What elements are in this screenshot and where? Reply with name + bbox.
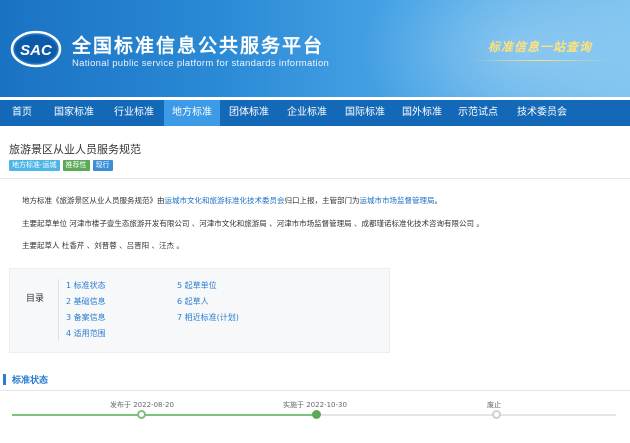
toc-item-basic-info[interactable]: 2 基础信息: [66, 296, 106, 307]
timeline-dot-abolished: [492, 410, 501, 419]
toc-item-drafting-units[interactable]: 5 起草单位: [177, 280, 217, 291]
standard-title: 旅游景区从业人员服务规范: [9, 143, 141, 156]
badge-status: 现行: [92, 160, 113, 171]
header-banner: SAC 全国标准信息公共服务平台 National public service…: [0, 0, 630, 97]
timeline-dot-published: [137, 410, 146, 419]
badge-category: 地方标准-运城: [9, 160, 60, 171]
department-link[interactable]: 运城市市场监督管理局: [360, 196, 435, 205]
timeline-label-implemented: 实施于 2022-10-30: [283, 401, 347, 409]
toc-item-filing-info[interactable]: 3 备案信息: [66, 312, 106, 323]
status-section-title: 标准状态: [12, 376, 49, 386]
status-divider: [0, 390, 630, 391]
toc-separator: [58, 279, 59, 341]
nav-item-industry[interactable]: 行业标准: [104, 100, 164, 126]
timeline-dot-implemented: [312, 410, 321, 419]
toc-item-status[interactable]: 1 标准状态: [66, 280, 106, 291]
timeline-label-published: 发布于 2022-08-20: [110, 401, 174, 409]
nav-item-group[interactable]: 团体标准: [220, 100, 278, 126]
description-drafting-units: 主要起草单位 河津市楼子壹生态旅游开发有限公司 、河津市文化和旅游局 、河津市市…: [22, 219, 484, 228]
slogan-underline: [470, 60, 610, 61]
toc-item-scope[interactable]: 4 适用范围: [66, 328, 106, 339]
table-of-contents: 目录 1 标准状态 2 基础信息 3 备案信息 4 适用范围 5 起草单位 6 …: [9, 268, 390, 353]
site-subtitle: National public service platform for sta…: [72, 58, 330, 69]
title-divider: [0, 178, 630, 179]
main-nav: 首页 国家标准 行业标准 地方标准 团体标准 企业标准 国际标准 国外标准 示范…: [0, 100, 630, 126]
description-drafters: 主要起草人 杜香芹 、刘晋蓉 、吕晋阳 、汪杰 。: [22, 241, 184, 250]
nav-item-foreign[interactable]: 国外标准: [394, 100, 450, 126]
toc-label: 目录: [26, 294, 45, 304]
nav-item-enterprise[interactable]: 企业标准: [278, 100, 336, 126]
nav-item-international[interactable]: 国际标准: [336, 100, 394, 126]
standard-badges: 地方标准-运城 推荐性 现行: [9, 160, 113, 171]
nav-item-national[interactable]: 国家标准: [44, 100, 104, 126]
svg-text:SAC: SAC: [20, 42, 53, 59]
sac-logo[interactable]: SAC: [10, 30, 62, 68]
nav-item-local[interactable]: 地方标准: [164, 100, 220, 126]
description-authority: 地方标准《旅游景区从业人员服务规范》由运城市文化和旅游标准化技术委员会归口上报，…: [22, 196, 442, 205]
site-title: 全国标准信息公共服务平台: [72, 35, 325, 57]
timeline-label-abolished: 废止: [487, 401, 501, 409]
nav-item-committee[interactable]: 技术委员会: [506, 100, 578, 126]
committee-link[interactable]: 运城市文化和旅游标准化技术委员会: [165, 196, 285, 205]
site-slogan: 标准信息一站查询: [488, 40, 593, 54]
badge-type: 推荐性: [62, 160, 90, 171]
status-section-marker: [3, 374, 6, 385]
nav-item-pilot[interactable]: 示范试点: [450, 100, 506, 126]
status-timeline-progress: [12, 414, 317, 416]
toc-item-drafters[interactable]: 6 起草人: [177, 296, 209, 307]
nav-item-home[interactable]: 首页: [0, 100, 44, 126]
toc-item-similar-standards[interactable]: 7 相近标准(计划): [177, 312, 239, 323]
